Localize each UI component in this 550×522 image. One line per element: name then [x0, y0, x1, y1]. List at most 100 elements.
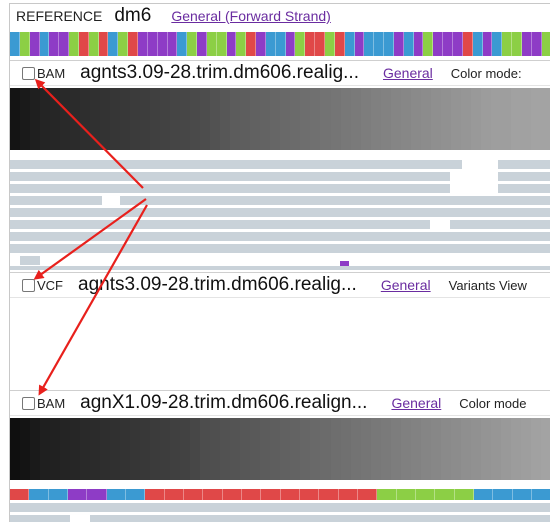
coverage-bin [490, 88, 501, 150]
coverage-bin [200, 418, 211, 480]
base-cell [433, 32, 444, 56]
base-cell [226, 32, 237, 56]
coverage-bin [320, 88, 331, 150]
coverage-bin [350, 418, 361, 480]
coverage-bin [210, 418, 221, 480]
read-gap [102, 196, 120, 205]
coverage-bin [20, 418, 31, 480]
track-select-checkbox[interactable] [22, 396, 35, 410]
coverage-bin [480, 88, 491, 150]
read-gap [10, 256, 20, 265]
base-cell [338, 489, 358, 500]
coverage-bin [30, 418, 41, 480]
track-title: agnts3.09-28.trim.dm606.realig... [80, 62, 359, 83]
read-gap [430, 220, 450, 229]
base-cell [108, 32, 119, 56]
coverage-bin [220, 418, 231, 480]
coverage-bin [430, 418, 441, 480]
track-general-link[interactable]: General [383, 65, 433, 81]
base-cell [325, 32, 335, 56]
coverage-bin [400, 88, 411, 150]
track-general-link[interactable]: General [391, 395, 441, 411]
coverage-bin [290, 418, 301, 480]
base-cell [67, 489, 88, 500]
coverage-bin [80, 418, 91, 480]
read-row [10, 244, 550, 253]
base-cell [357, 489, 378, 500]
coverage-bin [300, 418, 311, 480]
base-cell [531, 32, 542, 56]
base-cell [187, 32, 198, 56]
base-cell [246, 32, 257, 56]
base-cell [145, 489, 165, 500]
coverage-bin [80, 88, 91, 150]
track-select-checkbox[interactable] [22, 66, 35, 80]
read-row [10, 232, 550, 241]
base-cell [87, 489, 107, 500]
base-cell [49, 32, 60, 56]
base-cell [396, 489, 416, 500]
base-cell [384, 32, 394, 56]
coverage-bin [250, 88, 261, 150]
coverage-bin [170, 88, 181, 150]
base-cell [203, 489, 223, 500]
base-cell [29, 489, 49, 500]
base-cell [423, 32, 434, 56]
track-select-checkbox[interactable] [22, 278, 35, 292]
coverage-bin [210, 88, 221, 150]
track-type-label: VCF [37, 277, 63, 293]
coverage-bin [120, 418, 131, 480]
base-cell [472, 32, 483, 56]
base-cell [512, 489, 532, 500]
base-cell [319, 489, 339, 500]
base-cell [167, 32, 178, 56]
coverage-bin [300, 88, 311, 150]
read-sequence-track [10, 489, 550, 500]
coverage-bin [330, 418, 341, 480]
base-cell [177, 32, 188, 56]
track-header-bam-1: BAM agnts3.09-28.trim.dm606.realig... Ge… [10, 60, 550, 86]
coverage-bin [500, 88, 511, 150]
coverage-bin [480, 418, 491, 480]
coverage-bin [420, 418, 431, 480]
coverage-bin [110, 88, 121, 150]
coverage-bin [130, 418, 141, 480]
base-cell [106, 489, 126, 500]
base-cell [261, 489, 281, 500]
coverage-bin [470, 418, 481, 480]
base-cell [452, 32, 463, 56]
base-cell [393, 32, 404, 56]
coverage-bin [90, 418, 101, 480]
base-cell [98, 32, 109, 56]
coverage-bin [380, 418, 391, 480]
coverage-bin [150, 88, 161, 150]
base-cell [354, 32, 365, 56]
base-cell [147, 32, 158, 56]
base-cell [10, 489, 30, 500]
color-mode-label[interactable]: Color mode: [451, 66, 522, 81]
coverage-bin [520, 88, 531, 150]
base-cell [48, 489, 68, 500]
coverage-bin [90, 88, 101, 150]
coverage-bin [30, 88, 41, 150]
track-general-link[interactable]: General [381, 277, 431, 293]
coverage-bin [60, 88, 71, 150]
color-mode-label[interactable]: Color mode [459, 396, 526, 411]
base-cell [493, 489, 513, 500]
coverage-bin [140, 418, 151, 480]
base-cell [157, 32, 168, 56]
base-cell [197, 32, 207, 56]
base-cell [295, 32, 306, 56]
coverage-bin [10, 418, 21, 480]
base-cell [377, 489, 397, 500]
base-cell [183, 489, 204, 500]
variants-view-label[interactable]: Variants View [449, 278, 527, 293]
coverage-bin [380, 88, 391, 150]
coverage-bin [230, 88, 241, 150]
base-cell [315, 32, 325, 56]
coverage-bin [200, 88, 211, 150]
coverage-bin [500, 418, 511, 480]
reference-general-link[interactable]: General (Forward Strand) [171, 8, 331, 24]
read-row [10, 266, 550, 270]
base-cell [39, 32, 50, 56]
